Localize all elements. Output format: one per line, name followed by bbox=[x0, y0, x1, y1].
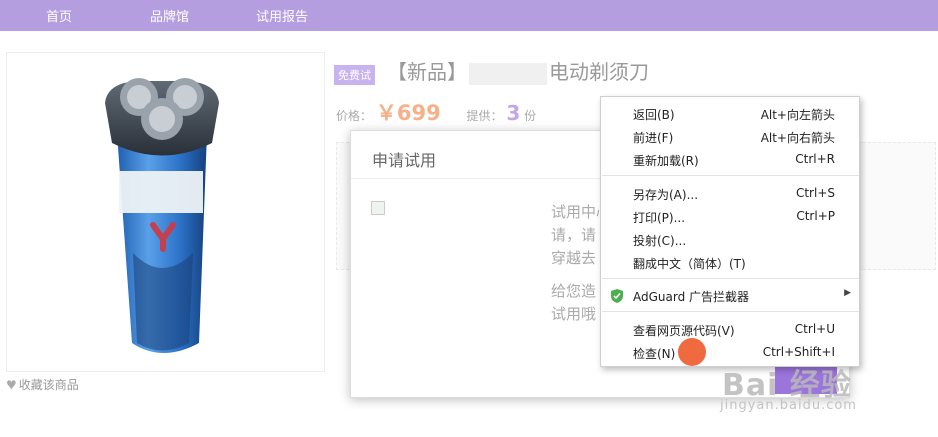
price-line: 价格： ￥699 提供： 3 份 bbox=[336, 97, 536, 127]
menu-shortcut: Alt+向左箭头 bbox=[760, 108, 835, 122]
menu-separator bbox=[602, 175, 859, 176]
product-image-card[interactable] bbox=[6, 52, 325, 372]
price-label: 价格： bbox=[336, 109, 373, 123]
menu-label: 重新加载(R) bbox=[633, 154, 699, 168]
broken-image-icon bbox=[371, 201, 385, 215]
menu-label: 检查(N) bbox=[633, 347, 676, 361]
menu-item-adguard[interactable]: AdGuard 广告拦截器 ▶ bbox=[601, 284, 859, 307]
nav-home[interactable]: 首页 bbox=[46, 6, 72, 25]
menu-label: AdGuard 广告拦截器 bbox=[633, 290, 750, 304]
shield-check-icon bbox=[611, 289, 623, 303]
menu-label: 翻成中文（简体）(T) bbox=[633, 257, 746, 271]
menu-item-print[interactable]: 打印(P)... Ctrl+P bbox=[601, 205, 859, 228]
free-trial-badge: 免费试 bbox=[334, 65, 375, 85]
menu-shortcut: Alt+向右箭头 bbox=[760, 131, 835, 145]
menu-item-reload[interactable]: 重新加载(R) Ctrl+R bbox=[601, 148, 859, 171]
top-nav: 首页 品牌馆 试用报告 bbox=[0, 0, 938, 31]
menu-label: 查看网页源代码(V) bbox=[633, 324, 735, 338]
heart-icon: ♥ bbox=[6, 378, 17, 392]
menu-label: 返回(B) bbox=[633, 108, 675, 122]
context-menu: 返回(B) Alt+向左箭头 前进(F) Alt+向右箭头 重新加载(R) Ct… bbox=[600, 96, 860, 367]
submenu-arrow-icon: ▶ bbox=[844, 288, 851, 298]
menu-item-forward[interactable]: 前进(F) Alt+向右箭头 bbox=[601, 125, 859, 148]
click-indicator bbox=[678, 338, 706, 366]
menu-shortcut: Ctrl+S bbox=[795, 186, 835, 200]
nav-trial-report[interactable]: 试用报告 bbox=[256, 6, 308, 25]
menu-shortcut: Ctrl+U bbox=[794, 322, 835, 336]
menu-item-view-source[interactable]: 查看网页源代码(V) Ctrl+U bbox=[601, 318, 859, 341]
page-root: 首页 品牌馆 试用报告 ♥ 收藏该商品 免费试 【新品】 电动剃须刀 价格： ￥… bbox=[0, 0, 938, 437]
watermark-url: jingyan.baidu.com bbox=[720, 398, 857, 413]
menu-separator bbox=[602, 311, 859, 312]
menu-item-translate[interactable]: 翻成中文（简体）(T) bbox=[601, 251, 859, 274]
supply-label: 提供： bbox=[466, 109, 503, 123]
menu-shortcut: Ctrl+P bbox=[796, 209, 835, 223]
menu-label: 另存为(A)... bbox=[633, 188, 699, 202]
menu-item-save-as[interactable]: 另存为(A)... Ctrl+S bbox=[601, 182, 859, 205]
blurred-brand bbox=[469, 62, 547, 85]
supply-unit: 份 bbox=[524, 109, 537, 123]
supply-value: 3 bbox=[506, 101, 521, 125]
menu-label: 打印(P)... bbox=[633, 211, 686, 225]
product-title: 【新品】 电动剃须刀 bbox=[387, 56, 649, 85]
price-value: ￥699 bbox=[375, 101, 441, 125]
menu-shortcut: Ctrl+R bbox=[795, 152, 835, 166]
menu-item-back[interactable]: 返回(B) Alt+向左箭头 bbox=[601, 102, 859, 125]
menu-item-cast[interactable]: 投射(C)... bbox=[601, 228, 859, 251]
menu-separator bbox=[602, 278, 859, 279]
favorite-product[interactable]: ♥ 收藏该商品 bbox=[6, 376, 79, 393]
menu-label: 前进(F) bbox=[633, 131, 674, 145]
title-suffix: 电动剃须刀 bbox=[549, 60, 649, 84]
shaver-image bbox=[105, 78, 219, 353]
favorite-label: 收藏该商品 bbox=[18, 378, 79, 392]
menu-shortcut: Ctrl+Shift+I bbox=[762, 345, 835, 359]
nav-brand-hall[interactable]: 品牌馆 bbox=[150, 6, 189, 25]
title-prefix: 【新品】 bbox=[387, 60, 467, 84]
menu-label: 投射(C)... bbox=[633, 234, 687, 248]
